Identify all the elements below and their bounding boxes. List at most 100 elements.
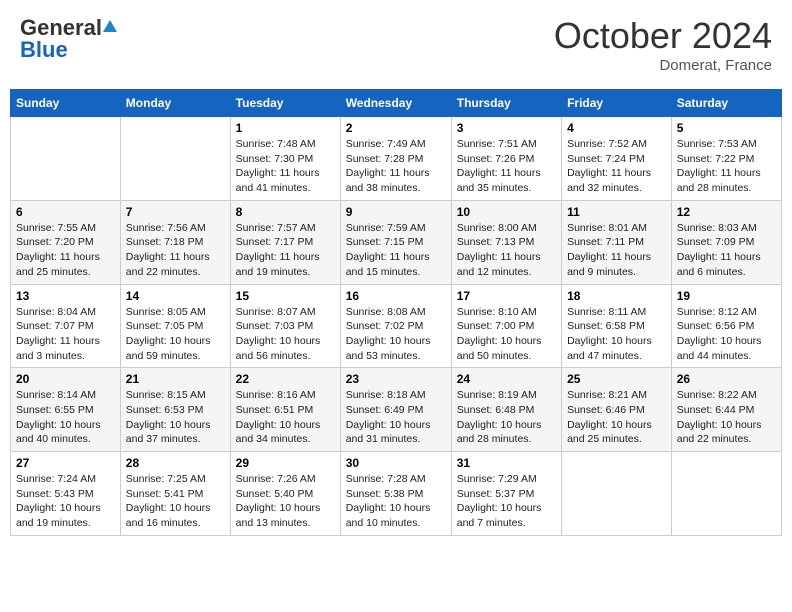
calendar-week-row: 27 Sunrise: 7:24 AMSunset: 5:43 PMDaylig… — [11, 452, 782, 536]
day-info: Sunrise: 7:25 AMSunset: 5:41 PMDaylight:… — [126, 472, 225, 531]
day-number: 31 — [457, 456, 556, 470]
day-info: Sunrise: 8:07 AMSunset: 7:03 PMDaylight:… — [236, 305, 335, 364]
calendar-cell: 3 Sunrise: 7:51 AMSunset: 7:26 PMDayligh… — [451, 117, 561, 201]
day-info: Sunrise: 8:18 AMSunset: 6:49 PMDaylight:… — [346, 388, 446, 447]
day-number: 1 — [236, 121, 335, 135]
location: Domerat, France — [554, 57, 772, 74]
day-number: 14 — [126, 289, 225, 303]
day-info: Sunrise: 8:05 AMSunset: 7:05 PMDaylight:… — [126, 305, 225, 364]
logo-triangle-icon — [103, 20, 117, 32]
calendar-cell: 23 Sunrise: 8:18 AMSunset: 6:49 PMDaylig… — [340, 368, 451, 452]
day-info: Sunrise: 8:12 AMSunset: 6:56 PMDaylight:… — [677, 305, 776, 364]
calendar-cell: 14 Sunrise: 8:05 AMSunset: 7:05 PMDaylig… — [120, 284, 230, 368]
day-number: 16 — [346, 289, 446, 303]
day-info: Sunrise: 7:29 AMSunset: 5:37 PMDaylight:… — [457, 472, 556, 531]
calendar-cell: 9 Sunrise: 7:59 AMSunset: 7:15 PMDayligh… — [340, 200, 451, 284]
weekday-header: Thursday — [451, 90, 561, 117]
day-info: Sunrise: 8:00 AMSunset: 7:13 PMDaylight:… — [457, 221, 556, 280]
day-number: 2 — [346, 121, 446, 135]
day-info: Sunrise: 8:04 AMSunset: 7:07 PMDaylight:… — [16, 305, 115, 364]
calendar-week-row: 6 Sunrise: 7:55 AMSunset: 7:20 PMDayligh… — [11, 200, 782, 284]
logo-blue: Blue — [20, 37, 68, 63]
calendar-cell — [120, 117, 230, 201]
calendar-cell: 27 Sunrise: 7:24 AMSunset: 5:43 PMDaylig… — [11, 452, 121, 536]
day-number: 12 — [677, 205, 776, 219]
day-number: 9 — [346, 205, 446, 219]
calendar-cell: 16 Sunrise: 8:08 AMSunset: 7:02 PMDaylig… — [340, 284, 451, 368]
day-number: 11 — [567, 205, 666, 219]
calendar-cell: 18 Sunrise: 8:11 AMSunset: 6:58 PMDaylig… — [562, 284, 672, 368]
weekday-header-row: SundayMondayTuesdayWednesdayThursdayFrid… — [11, 90, 782, 117]
day-number: 18 — [567, 289, 666, 303]
calendar-cell: 24 Sunrise: 8:19 AMSunset: 6:48 PMDaylig… — [451, 368, 561, 452]
calendar-cell: 31 Sunrise: 7:29 AMSunset: 5:37 PMDaylig… — [451, 452, 561, 536]
day-number: 22 — [236, 372, 335, 386]
day-info: Sunrise: 8:19 AMSunset: 6:48 PMDaylight:… — [457, 388, 556, 447]
weekday-header: Saturday — [671, 90, 781, 117]
calendar-cell: 21 Sunrise: 8:15 AMSunset: 6:53 PMDaylig… — [120, 368, 230, 452]
day-info: Sunrise: 8:10 AMSunset: 7:00 PMDaylight:… — [457, 305, 556, 364]
day-number: 6 — [16, 205, 115, 219]
day-number: 13 — [16, 289, 115, 303]
day-info: Sunrise: 8:21 AMSunset: 6:46 PMDaylight:… — [567, 388, 666, 447]
calendar-table: SundayMondayTuesdayWednesdayThursdayFrid… — [10, 89, 782, 536]
calendar-cell: 26 Sunrise: 8:22 AMSunset: 6:44 PMDaylig… — [671, 368, 781, 452]
day-info: Sunrise: 7:56 AMSunset: 7:18 PMDaylight:… — [126, 221, 225, 280]
day-number: 25 — [567, 372, 666, 386]
day-info: Sunrise: 8:08 AMSunset: 7:02 PMDaylight:… — [346, 305, 446, 364]
calendar-cell: 5 Sunrise: 7:53 AMSunset: 7:22 PMDayligh… — [671, 117, 781, 201]
day-number: 7 — [126, 205, 225, 219]
day-info: Sunrise: 7:57 AMSunset: 7:17 PMDaylight:… — [236, 221, 335, 280]
weekday-header: Monday — [120, 90, 230, 117]
day-info: Sunrise: 7:51 AMSunset: 7:26 PMDaylight:… — [457, 137, 556, 196]
calendar-cell: 20 Sunrise: 8:14 AMSunset: 6:55 PMDaylig… — [11, 368, 121, 452]
day-number: 17 — [457, 289, 556, 303]
calendar-cell: 19 Sunrise: 8:12 AMSunset: 6:56 PMDaylig… — [671, 284, 781, 368]
weekday-header: Sunday — [11, 90, 121, 117]
day-info: Sunrise: 8:15 AMSunset: 6:53 PMDaylight:… — [126, 388, 225, 447]
day-info: Sunrise: 7:55 AMSunset: 7:20 PMDaylight:… — [16, 221, 115, 280]
day-number: 15 — [236, 289, 335, 303]
calendar-cell: 22 Sunrise: 8:16 AMSunset: 6:51 PMDaylig… — [230, 368, 340, 452]
calendar-week-row: 1 Sunrise: 7:48 AMSunset: 7:30 PMDayligh… — [11, 117, 782, 201]
day-number: 8 — [236, 205, 335, 219]
day-info: Sunrise: 7:26 AMSunset: 5:40 PMDaylight:… — [236, 472, 335, 531]
day-number: 26 — [677, 372, 776, 386]
calendar-cell — [562, 452, 672, 536]
day-info: Sunrise: 8:03 AMSunset: 7:09 PMDaylight:… — [677, 221, 776, 280]
calendar-cell — [671, 452, 781, 536]
day-number: 20 — [16, 372, 115, 386]
calendar-cell: 29 Sunrise: 7:26 AMSunset: 5:40 PMDaylig… — [230, 452, 340, 536]
day-number: 27 — [16, 456, 115, 470]
calendar-cell — [11, 117, 121, 201]
calendar-cell: 1 Sunrise: 7:48 AMSunset: 7:30 PMDayligh… — [230, 117, 340, 201]
calendar-cell: 4 Sunrise: 7:52 AMSunset: 7:24 PMDayligh… — [562, 117, 672, 201]
calendar-cell: 30 Sunrise: 7:28 AMSunset: 5:38 PMDaylig… — [340, 452, 451, 536]
day-number: 23 — [346, 372, 446, 386]
day-info: Sunrise: 8:01 AMSunset: 7:11 PMDaylight:… — [567, 221, 666, 280]
day-info: Sunrise: 7:59 AMSunset: 7:15 PMDaylight:… — [346, 221, 446, 280]
day-info: Sunrise: 7:28 AMSunset: 5:38 PMDaylight:… — [346, 472, 446, 531]
calendar-cell: 6 Sunrise: 7:55 AMSunset: 7:20 PMDayligh… — [11, 200, 121, 284]
calendar-week-row: 13 Sunrise: 8:04 AMSunset: 7:07 PMDaylig… — [11, 284, 782, 368]
calendar-cell: 12 Sunrise: 8:03 AMSunset: 7:09 PMDaylig… — [671, 200, 781, 284]
calendar-week-row: 20 Sunrise: 8:14 AMSunset: 6:55 PMDaylig… — [11, 368, 782, 452]
weekday-header: Friday — [562, 90, 672, 117]
calendar-cell: 10 Sunrise: 8:00 AMSunset: 7:13 PMDaylig… — [451, 200, 561, 284]
weekday-header: Tuesday — [230, 90, 340, 117]
day-number: 28 — [126, 456, 225, 470]
logo: General Blue — [20, 15, 119, 63]
day-number: 3 — [457, 121, 556, 135]
day-number: 29 — [236, 456, 335, 470]
calendar-cell: 11 Sunrise: 8:01 AMSunset: 7:11 PMDaylig… — [562, 200, 672, 284]
calendar-cell: 17 Sunrise: 8:10 AMSunset: 7:00 PMDaylig… — [451, 284, 561, 368]
day-number: 4 — [567, 121, 666, 135]
day-number: 24 — [457, 372, 556, 386]
day-info: Sunrise: 7:48 AMSunset: 7:30 PMDaylight:… — [236, 137, 335, 196]
weekday-header: Wednesday — [340, 90, 451, 117]
day-number: 30 — [346, 456, 446, 470]
calendar-cell: 15 Sunrise: 8:07 AMSunset: 7:03 PMDaylig… — [230, 284, 340, 368]
calendar-cell: 13 Sunrise: 8:04 AMSunset: 7:07 PMDaylig… — [11, 284, 121, 368]
calendar-cell: 7 Sunrise: 7:56 AMSunset: 7:18 PMDayligh… — [120, 200, 230, 284]
calendar-cell: 28 Sunrise: 7:25 AMSunset: 5:41 PMDaylig… — [120, 452, 230, 536]
